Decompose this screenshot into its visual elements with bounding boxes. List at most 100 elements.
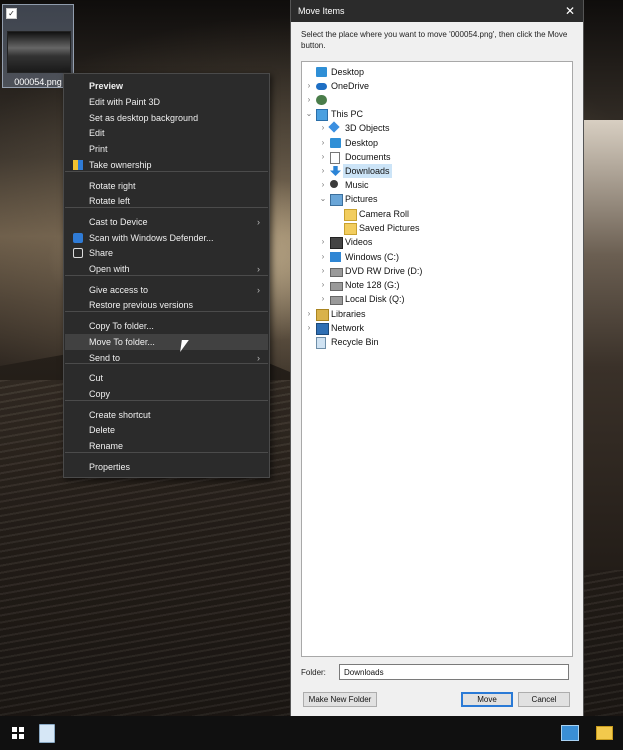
context-menu-item[interactable]: Move To folder... [65,334,268,350]
context-menu-item-label: Scan with Windows Defender... [89,233,214,243]
desktop-icon [316,67,327,77]
context-menu-item[interactable]: Preview [65,78,268,94]
make-new-folder-button[interactable]: Make New Folder [303,692,377,707]
pc-icon [316,109,328,121]
context-menu-item-label: Delete [89,425,116,435]
tree-item-label: 3D Objects [345,123,390,133]
chevron-down-icon[interactable]: ⌄ [304,107,314,121]
tree-item-label: Pictures [345,194,378,204]
menu-separator [65,311,268,312]
context-menu-item-label: Properties [89,462,131,472]
dialog-titlebar: Move Items ✕ [291,0,583,22]
context-menu-item[interactable]: Cast to Device › [65,214,268,230]
context-menu-item-label: Preview [89,81,124,91]
context-menu-item[interactable]: Give access to › [65,282,268,298]
image-thumbnail [7,31,71,73]
context-menu-item-label: Print [89,144,108,154]
chevron-right-icon[interactable]: › [318,121,328,135]
context-menu-item[interactable]: Edit [65,125,268,141]
move-items-dialog: Move Items ✕ Select the place where you … [290,0,584,716]
folder-icon [344,223,357,235]
tree-item-label: Music [345,180,369,190]
tree-item-label: Desktop [345,138,379,148]
chevron-right-icon[interactable]: › [304,321,314,335]
chevron-right-icon[interactable]: › [318,250,328,264]
chevron-right-icon[interactable]: › [318,278,328,292]
tree-item-label: OneDrive [331,81,370,91]
chevron-right-icon[interactable]: › [318,178,328,192]
shield-icon [73,160,83,170]
tree-item-label: Libraries [331,309,366,319]
app-icon[interactable] [561,725,579,741]
selection-checkbox[interactable]: ✓ [6,8,17,19]
context-menu-item-label: Create shortcut [89,410,151,420]
videos-icon [330,237,343,249]
context-menu-item-label: Share [89,248,114,258]
tree-item-label: Saved Pictures [359,223,420,233]
tree-item-label: This PC [331,109,364,119]
chevron-right-icon[interactable]: › [318,164,328,178]
context-menu-item[interactable]: Rotate right [65,178,268,194]
share-icon [73,248,83,258]
start-icon[interactable] [12,727,24,739]
folder-tree[interactable]: Desktop › OneDrive › ⌄ This PC › 3D Objects › Des… [301,61,573,657]
network-icon [316,323,329,335]
onedrive-icon [316,83,327,90]
chevron-right-icon[interactable]: › [304,79,314,93]
chevron-down-icon[interactable]: ⌄ [318,192,328,206]
chevron-right-icon[interactable]: › [318,136,328,150]
libraries-icon [316,309,329,321]
taskbar [0,716,623,750]
drive-icon [330,282,343,291]
tree-item-label: Note 128 (G:) [345,280,400,290]
tree-item-label: Windows (C:) [345,252,400,262]
tree-item-label: Documents [345,152,391,162]
context-menu-item[interactable]: Cut [65,370,268,386]
recycle-bin-icon[interactable] [39,724,55,743]
menu-separator [65,400,268,401]
tree-item-label: Downloads [343,164,392,178]
folder-input[interactable] [339,664,569,680]
context-menu-item-label: Edit with Paint 3D [89,97,161,107]
tree-item-label: Camera Roll [359,209,410,219]
chevron-right-icon[interactable]: › [318,150,328,164]
context-menu-item-label: Give access to [89,285,149,295]
tree-item-label: Recycle Bin [331,337,379,347]
chevron-right-icon[interactable]: › [318,264,328,278]
3d-objects-icon [328,121,340,133]
context-menu-item-label: Edit [89,128,105,138]
context-menu-item[interactable]: Copy To folder... [65,318,268,334]
menu-separator [65,363,268,364]
menu-separator [65,171,268,172]
pictures-icon [330,194,343,206]
dvd-drive-icon [330,268,343,277]
chevron-right-icon[interactable]: › [304,307,314,321]
menu-separator [65,452,268,453]
move-button[interactable]: Move [461,692,513,707]
context-menu-item[interactable]: Print [65,141,268,157]
chevron-right-icon[interactable]: › [318,235,328,249]
context-menu-item[interactable]: Share [65,245,268,261]
context-menu-item[interactable]: Edit with Paint 3D [65,94,268,110]
context-menu-item[interactable]: Delete [65,422,268,438]
chevron-right-icon: › [257,217,260,227]
music-icon [330,180,338,188]
recycle-bin-icon [316,337,326,349]
context-menu-item[interactable]: Set as desktop background [65,110,268,126]
cancel-button[interactable]: Cancel [518,692,570,707]
file-explorer-icon[interactable] [596,726,613,740]
tree-item-label: Videos [345,237,373,247]
context-menu-item[interactable]: Properties [65,459,268,475]
tree-item-label: Local Disk (Q:) [345,294,405,304]
close-icon[interactable]: ✕ [557,0,583,22]
context-menu-item[interactable]: Scan with Windows Defender... [65,230,268,246]
drive-icon [330,296,343,305]
context-menu-item[interactable]: Create shortcut [65,407,268,423]
context-menu-item-label: Set as desktop background [89,113,199,123]
chevron-right-icon[interactable]: › [304,93,314,107]
chevron-right-icon[interactable]: › [318,292,328,306]
user-icon [316,95,327,105]
context-menu: Preview Edit with Paint 3D Set as desktop … [63,73,270,478]
desktop-folder-icon [330,138,341,148]
chevron-right-icon: › [257,285,260,295]
